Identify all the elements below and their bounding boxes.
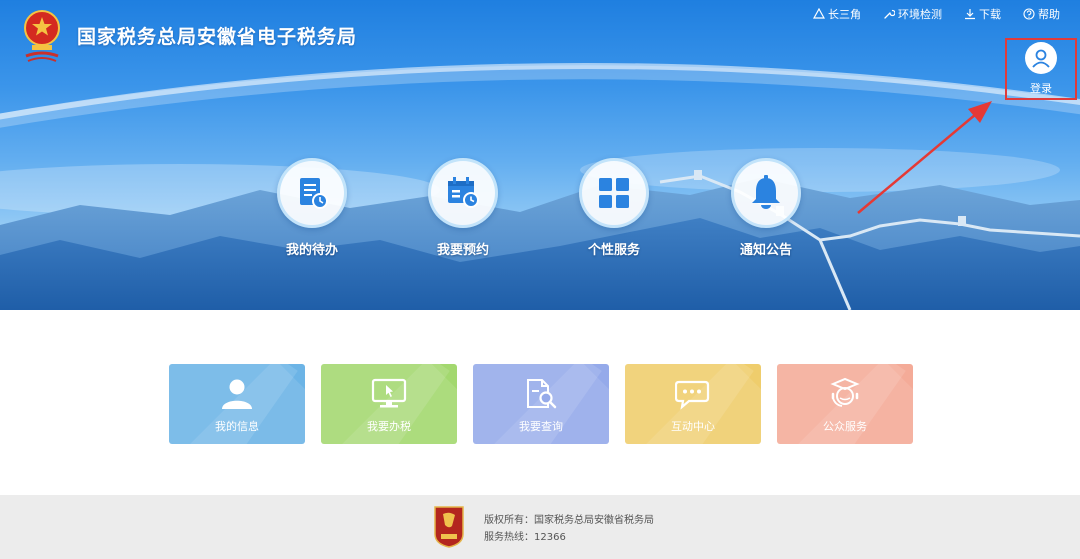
function-tiles: 我的信息 我要办税 我要查询 互动中心 公众服务	[169, 364, 913, 444]
document-search-icon	[527, 379, 557, 409]
quick-entry-notices[interactable]: 通知公告	[696, 158, 836, 258]
quick-entry-label: 我要预约	[436, 243, 489, 258]
top-link-download[interactable]: 下载	[964, 6, 1001, 22]
top-link-label: 帮助	[1038, 8, 1060, 21]
top-link-label: 环境检测	[898, 8, 942, 21]
quick-entry-label: 个性服务	[587, 243, 640, 258]
todo-list-icon	[300, 178, 328, 209]
tile-interaction-center[interactable]: 互动中心	[625, 364, 761, 444]
calendar-clock-icon	[448, 177, 479, 208]
tile-icon-wrap	[675, 377, 711, 411]
customer-service-icon	[830, 377, 860, 407]
top-link-env-check[interactable]: 环境检测	[883, 6, 942, 22]
footer: 版权所有：国家税务总局安徽省税务局 服务热线：12366	[0, 495, 1080, 559]
party-badge-icon	[434, 506, 464, 548]
top-link-label: 长三角	[828, 8, 861, 21]
top-link-help[interactable]: 帮助	[1023, 6, 1060, 22]
copyright-text: 版权所有：国家税务总局安徽省税务局	[484, 515, 654, 526]
national-tax-emblem-icon	[24, 10, 60, 62]
login-button[interactable]: 登录	[1005, 38, 1077, 100]
monitor-cursor-icon	[371, 378, 407, 408]
tile-query[interactable]: 我要查询	[473, 364, 609, 444]
user-icon	[1032, 49, 1050, 68]
tile-my-info[interactable]: 我的信息	[169, 364, 305, 444]
help-circle-icon	[1023, 8, 1035, 20]
tile-icon-wrap	[523, 377, 559, 411]
quick-entry-circle	[277, 158, 347, 228]
quick-entry-circle	[579, 158, 649, 228]
annotation-arrow-icon	[857, 101, 992, 214]
user-icon	[222, 379, 252, 409]
footer-info: 版权所有：国家税务总局安徽省税务局 服务热线：12366	[484, 512, 654, 546]
header-banner: 国家税务总局安徽省电子税务局 长三角 环境检测 下载 帮助 登录 我的待办 我要…	[0, 0, 1080, 310]
download-icon	[965, 9, 975, 20]
quick-entry-label: 通知公告	[739, 243, 792, 258]
user-avatar	[1025, 42, 1057, 74]
login-label: 登录	[1030, 82, 1052, 95]
quick-entry-appointment[interactable]: 我要预约	[393, 158, 533, 258]
hotline-text: 服务热线：12366	[484, 532, 566, 543]
tile-label: 我的信息	[215, 420, 259, 433]
chat-bubble-icon	[675, 380, 710, 410]
top-links: 长三角 环境检测 下载 帮助	[813, 6, 1060, 22]
tile-label: 互动中心	[671, 420, 715, 433]
top-link-label: 下载	[979, 8, 1001, 21]
tile-icon-wrap	[371, 377, 407, 411]
tile-tax-handling[interactable]: 我要办税	[321, 364, 457, 444]
triangle-icon	[813, 8, 825, 19]
quick-entry-my-todo[interactable]: 我的待办	[242, 158, 382, 258]
site-title: 国家税务总局安徽省电子税务局	[77, 26, 358, 48]
bell-icon	[752, 175, 780, 209]
grid-icon	[599, 178, 629, 208]
tile-label: 我要办税	[367, 420, 411, 433]
quick-entry-circle	[731, 158, 801, 228]
top-link-changsanjiao[interactable]: 长三角	[813, 6, 861, 22]
quick-entry-circle	[428, 158, 498, 228]
tile-icon-wrap	[827, 377, 863, 411]
quick-entry-personal-service[interactable]: 个性服务	[544, 158, 684, 258]
wrench-icon	[884, 9, 895, 19]
tile-icon-wrap	[219, 377, 255, 411]
tile-label: 公众服务	[823, 420, 867, 433]
quick-entry-label: 我的待办	[285, 243, 338, 258]
tile-label: 我要查询	[519, 420, 563, 433]
tile-public-service[interactable]: 公众服务	[777, 364, 913, 444]
